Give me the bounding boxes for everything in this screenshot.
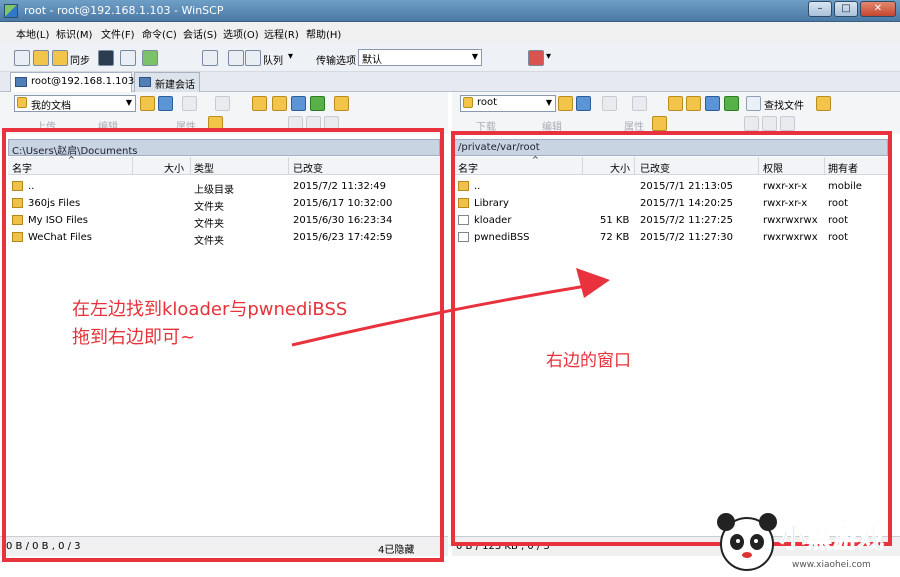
watermark-logo: 小黑游戏: [779, 524, 885, 555]
annotation-left-line1: 在左边找到kloader与pwnediBSS: [72, 299, 348, 320]
panda-mascot-icon: [717, 513, 777, 571]
watermark-url: www.xiaohei.com: [792, 560, 871, 570]
annotation-right: 右边的窗口: [546, 351, 631, 371]
drag-arrow: [291, 268, 610, 347]
drag-arrow-head: [576, 268, 610, 298]
annotation-left: 在左边找到kloader与pwnediBSS 拖到右边即可~: [72, 296, 347, 352]
annotation-left-line2: 拖到右边即可~: [72, 327, 196, 348]
